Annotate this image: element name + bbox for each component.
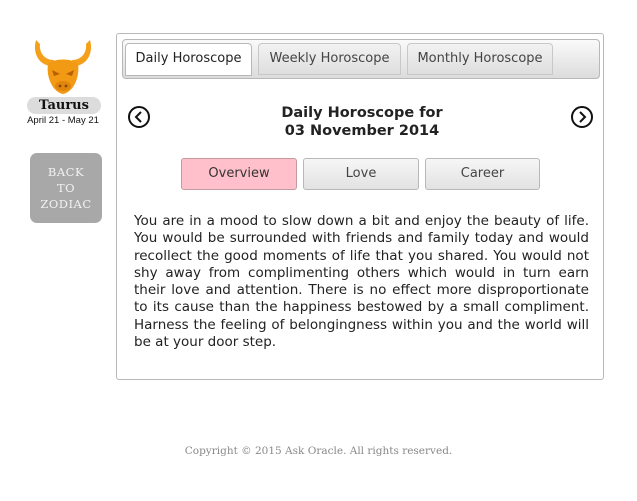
tab-weekly-horoscope[interactable]: Weekly Horoscope bbox=[258, 43, 401, 75]
tab-monthly-horoscope[interactable]: Monthly Horoscope bbox=[407, 43, 553, 75]
tab-bar: Daily Horoscope Weekly Horoscope Monthly… bbox=[122, 39, 600, 79]
tab-daily-horoscope[interactable]: Daily Horoscope bbox=[125, 43, 252, 76]
title-line-2: 03 November 2014 bbox=[284, 123, 440, 139]
sign-dates: April 21 - May 21 bbox=[27, 115, 99, 126]
subtab-love[interactable]: Love bbox=[303, 158, 419, 190]
page-title: Daily Horoscope for 03 November 2014 bbox=[257, 104, 467, 140]
sign-name: Taurus bbox=[27, 97, 101, 114]
chevron-right-circle-icon[interactable] bbox=[571, 106, 593, 128]
horoscope-text: You are in a mood to slow down a bit and… bbox=[134, 213, 589, 351]
title-line-1: Daily Horoscope for bbox=[281, 105, 443, 121]
back-to-zodiac-button[interactable]: BACK TO ZODIAC bbox=[30, 153, 102, 223]
back-button-line: ZODIAC bbox=[40, 197, 92, 211]
back-button-line: TO bbox=[56, 181, 76, 195]
back-button-line: BACK bbox=[47, 165, 85, 179]
chevron-left-circle-icon[interactable] bbox=[128, 106, 150, 128]
horoscope-panel: Daily Horoscope Weekly Horoscope Monthly… bbox=[116, 33, 604, 380]
subtab-career[interactable]: Career bbox=[425, 158, 540, 190]
taurus-bull-icon bbox=[30, 36, 96, 96]
copyright-footer: Copyright © 2015 Ask Oracle. All rights … bbox=[184, 445, 453, 457]
subtab-overview[interactable]: Overview bbox=[181, 158, 297, 190]
